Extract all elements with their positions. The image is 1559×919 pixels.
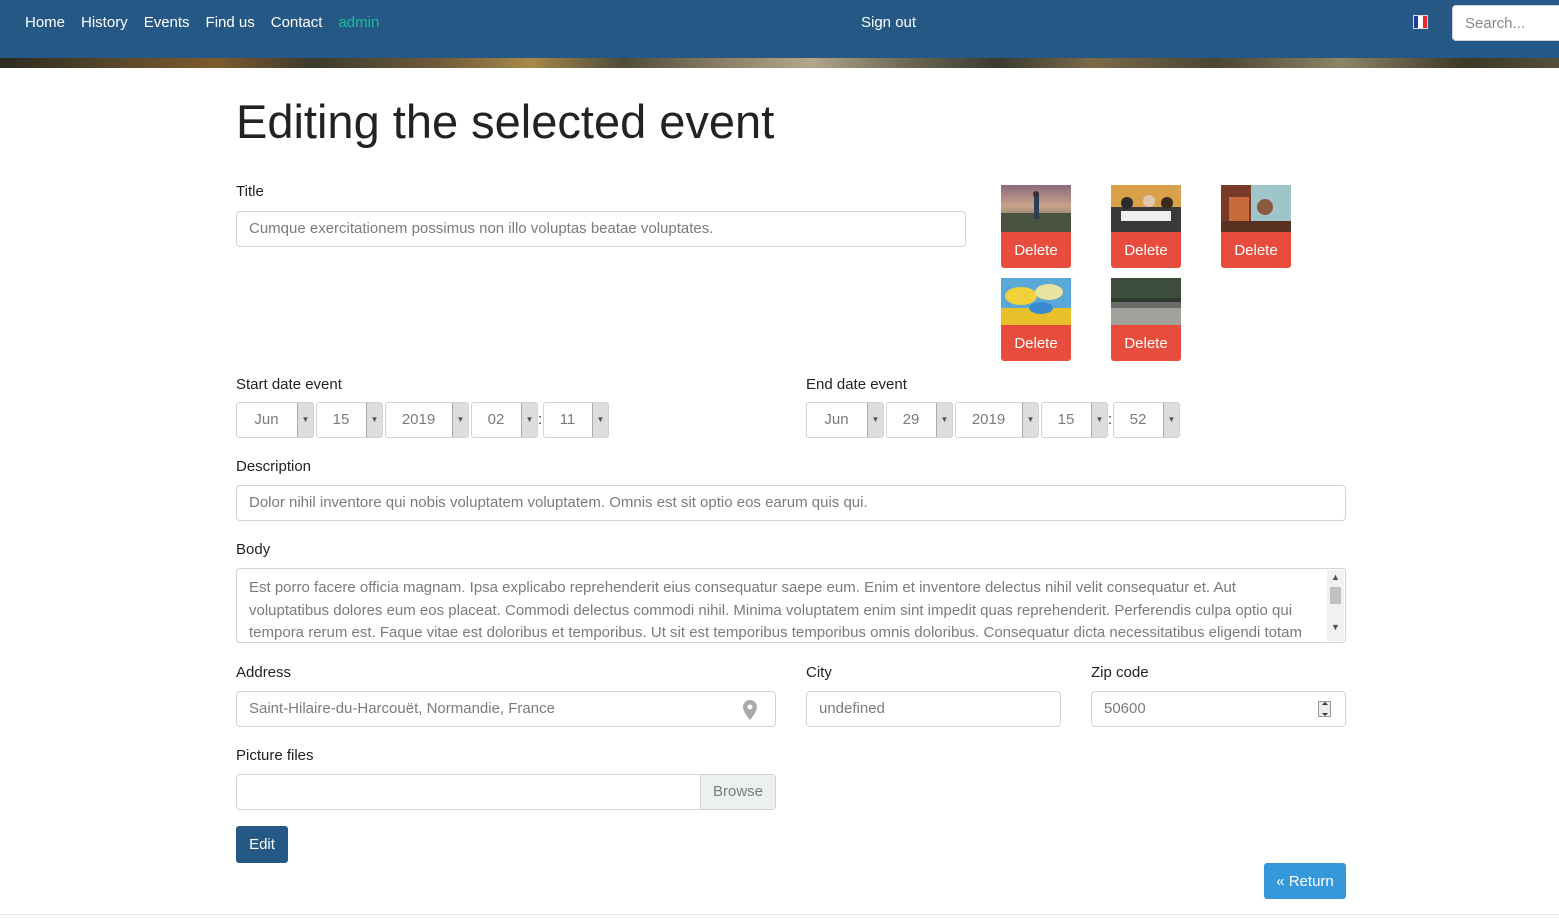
chevron-down-icon: ▼ [366,403,382,437]
nav-home-link[interactable]: Home [25,13,65,33]
end-date-label: End date event [806,376,907,393]
footer-divider [0,914,1559,915]
top-navbar: Home History Events Find us Contact admi… [0,0,1559,58]
nav-events-link[interactable]: Events [144,13,190,33]
body-textarea[interactable]: Est porro facere officia magnam. Ipsa ex… [236,568,1346,643]
map-pin-icon [743,700,757,720]
address-label: Address [236,664,292,681]
chevron-down-icon: ▼ [592,403,608,437]
chevron-down-icon: ▼ [936,403,952,437]
body-label: Body [236,541,271,558]
chevron-down-icon: ▼ [521,403,537,437]
end-day-select[interactable]: 29 ▼ [886,402,953,438]
time-separator: : [1108,411,1113,428]
zip-code-input[interactable]: 50600 [1091,691,1346,727]
return-button[interactable]: « Return [1264,863,1346,899]
start-minute-select[interactable]: 11 ▼ [543,402,609,438]
page-title: Editing the selected event [236,95,775,148]
start-hour-select[interactable]: 02 ▼ [471,402,538,438]
chevron-down-icon: ▼ [452,403,468,437]
start-day-select[interactable]: 15 ▼ [316,402,383,438]
address-value: Saint-Hilaire-du-Harcouët, Normandie, Fr… [249,700,555,717]
event-picture-thumbnail [1001,185,1071,232]
title-label: Title [236,183,264,200]
zip-code-label: Zip code [1091,664,1149,681]
picture-card: Delete [1001,278,1071,361]
delete-picture-button[interactable]: Delete [1001,325,1071,361]
chevron-down-icon: ▼ [1091,403,1107,437]
number-spinner-icon[interactable] [1318,701,1331,717]
event-picture-thumbnail [1221,185,1291,232]
scroll-up-arrow-icon[interactable]: ▲ [1327,570,1344,585]
delete-picture-button[interactable]: Delete [1111,325,1181,361]
delete-picture-button[interactable]: Delete [1221,232,1291,268]
nav-find-us-link[interactable]: Find us [206,13,255,33]
scroll-thumb[interactable] [1330,587,1341,604]
end-year-select[interactable]: 2019 ▼ [955,402,1039,438]
start-date-label: Start date event [236,376,342,393]
scroll-down-arrow-icon[interactable]: ▼ [1327,620,1344,635]
zip-code-value: 50600 [1104,700,1146,717]
browse-button[interactable]: Browse [700,775,775,809]
address-input[interactable]: Saint-Hilaire-du-Harcouët, Normandie, Fr… [236,691,776,727]
header-banner-image [0,58,1559,68]
end-hour-select[interactable]: 15 ▼ [1041,402,1108,438]
description-input[interactable]: Dolor nihil inventore qui nobis voluptat… [236,485,1346,521]
chevron-down-icon: ▼ [867,403,883,437]
body-scrollbar[interactable]: ▲ ▼ [1327,570,1344,641]
delete-picture-button[interactable]: Delete [1001,232,1071,268]
title-input[interactable]: Cumque exercitationem possimus non illo … [236,211,966,247]
end-minute-select[interactable]: 52 ▼ [1113,402,1180,438]
picture-card: Delete [1111,185,1181,268]
event-picture-thumbnail [1001,278,1071,325]
nav-history-link[interactable]: History [81,13,128,33]
chevron-down-icon: ▼ [1163,403,1179,437]
city-input[interactable]: undefined [806,691,1061,727]
body-text: Est porro facere officia magnam. Ipsa ex… [249,579,1303,641]
nav-links: Home History Events Find us Contact admi… [25,13,395,33]
end-month-select[interactable]: Jun ▼ [806,402,884,438]
edit-submit-button[interactable]: Edit [236,826,288,863]
event-picture-thumbnail [1111,278,1181,325]
fr-flag-icon[interactable] [1413,15,1428,29]
city-label: City [806,664,832,681]
start-month-select[interactable]: Jun ▼ [236,402,314,438]
chevron-down-icon: ▼ [1022,403,1038,437]
start-year-select[interactable]: 2019 ▼ [385,402,469,438]
sign-out-link[interactable]: Sign out [861,13,916,33]
picture-card: Delete [1221,185,1291,268]
nav-contact-link[interactable]: Contact [271,13,323,33]
time-separator: : [538,411,543,428]
delete-picture-button[interactable]: Delete [1111,232,1181,268]
description-label: Description [236,458,312,475]
chevron-down-icon: ▼ [297,403,313,437]
picture-card: Delete [1001,185,1071,268]
picture-files-input[interactable]: Browse [236,774,776,810]
picture-card: Delete [1111,278,1181,361]
search-input[interactable] [1452,5,1559,41]
nav-admin-link[interactable]: admin [338,13,379,33]
event-picture-thumbnail [1111,185,1181,232]
picture-files-label: Picture files [236,747,314,764]
